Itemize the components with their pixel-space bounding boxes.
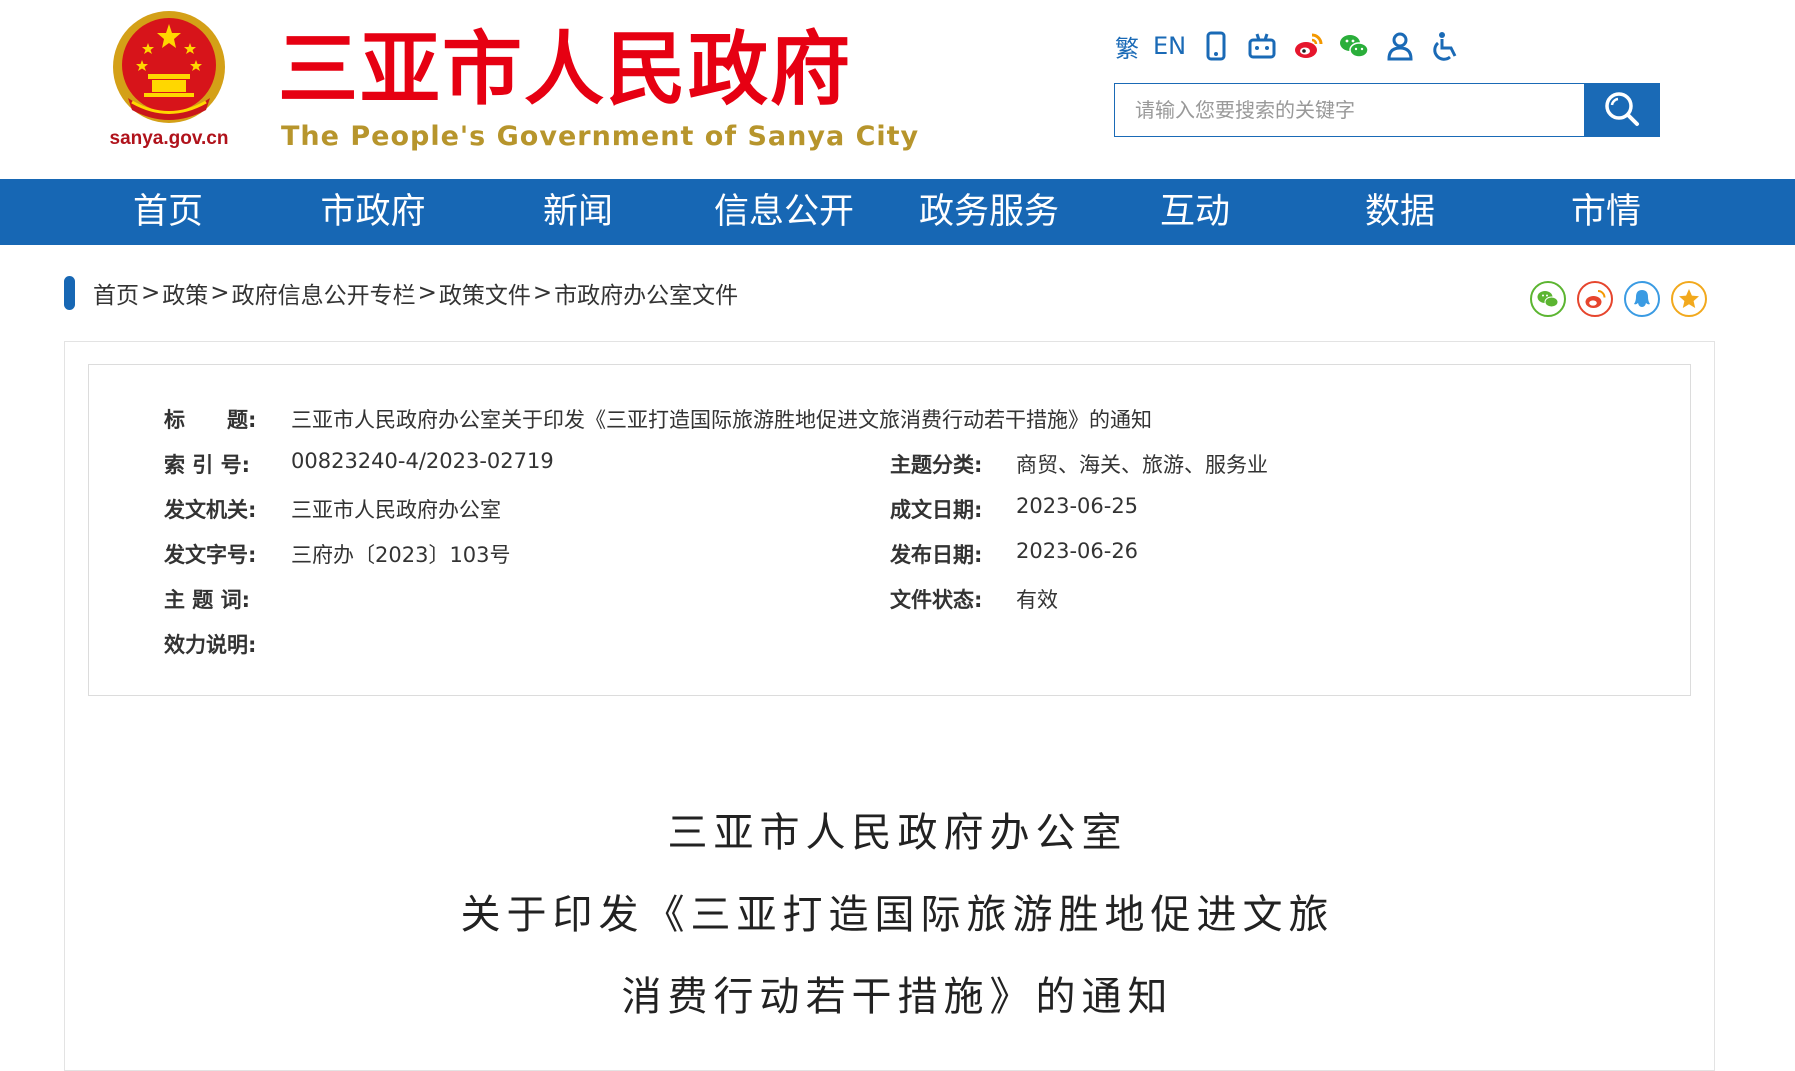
document-title-line-2: 关于印发《三亚打造国际旅游胜地促进文旅 (460, 892, 1335, 938)
site-subtitle: The People's Government of Sanya City (281, 121, 920, 152)
weibo-share-icon[interactable] (1577, 281, 1613, 317)
breadcrumb-separator: > (141, 280, 161, 306)
nav-item-interaction[interactable]: 互动 (1160, 179, 1230, 245)
meta-status-value: 有效 (1016, 588, 1058, 612)
meta-category-label: 主题分类: (890, 453, 983, 477)
site-header: sanya.gov.cn 三亚市人民政府 The People's Govern… (0, 0, 1795, 179)
breadcrumb-marker (64, 276, 75, 310)
site-title[interactable]: 三亚市人民政府 (278, 22, 852, 118)
emblem-caption: sanya.gov.cn (109, 128, 229, 149)
meta-written-date-value: 2023-06-25 (1016, 494, 1139, 518)
breadcrumb: 首页 > 政策 > 政府信息公开专栏 > 政策文件 > 市政府办公室文件 (64, 275, 738, 311)
breadcrumb-disclosure-column[interactable]: 政府信息公开专栏 (232, 276, 416, 310)
mobile-icon[interactable] (1200, 30, 1232, 62)
nav-item-home[interactable]: 首页 (133, 179, 203, 245)
breadcrumb-policy[interactable]: 政策 (162, 276, 208, 310)
meta-issuer-value: 三亚市人民政府办公室 (291, 498, 501, 522)
search-button[interactable] (1584, 84, 1660, 136)
breadcrumb-policy-documents[interactable]: 政策文件 (439, 276, 531, 310)
nav-item-information-disclosure[interactable]: 信息公开 (714, 179, 854, 245)
qq-share-icon[interactable] (1624, 281, 1660, 317)
weibo-icon[interactable] (1292, 30, 1324, 62)
meta-doc-number-value: 三府办〔2023〕103号 (291, 543, 511, 567)
breadcrumb-home[interactable]: 首页 (93, 276, 139, 310)
traditional-chinese-link[interactable]: 繁 (1115, 29, 1139, 64)
nav-item-municipal-government[interactable]: 市政府 (320, 179, 425, 245)
national-emblem-icon[interactable] (110, 8, 228, 126)
meta-publish-date-value: 2023-06-26 (1016, 539, 1139, 563)
user-icon[interactable] (1384, 30, 1416, 62)
document-title-line-1: 三亚市人民政府办公室 (667, 810, 1128, 856)
nav-item-government-services[interactable]: 政务服务 (919, 179, 1059, 245)
accessibility-icon[interactable] (1430, 30, 1462, 62)
document-title-line-3: 消费行动若干措施》的通知 (621, 974, 1174, 1020)
meta-doc-number-label: 发文字号: (164, 543, 257, 567)
robot-icon[interactable] (1246, 30, 1278, 62)
main-nav: 首页 市政府 新闻 信息公开 政务服务 互动 数据 市情 (0, 179, 1795, 245)
wechat-icon[interactable] (1338, 30, 1370, 62)
wechat-share-icon[interactable] (1530, 281, 1566, 317)
meta-validity-label: 效力说明: (164, 633, 257, 657)
meta-title-value: 三亚市人民政府办公室关于印发《三亚打造国际旅游胜地促进文旅消费行动若干措施》的通… (291, 408, 1152, 432)
header-tools: 繁 EN (1115, 26, 1462, 66)
meta-index-value: 00823240-4/2023-02719 (291, 449, 554, 473)
nav-item-data[interactable]: 数据 (1365, 179, 1435, 245)
meta-keywords-label: 主 题 词: (164, 588, 251, 612)
meta-publish-date-label: 发布日期: (890, 543, 983, 567)
search-box (1114, 83, 1660, 137)
breadcrumb-separator: > (532, 280, 553, 306)
share-bar (1530, 281, 1707, 317)
search-input[interactable] (1115, 84, 1584, 136)
breadcrumb-separator: > (417, 280, 437, 306)
breadcrumb-office-documents[interactable]: 市政府办公室文件 (554, 276, 738, 310)
breadcrumb-separator: > (210, 280, 230, 306)
search-icon (1603, 90, 1641, 131)
favorite-star-icon[interactable] (1671, 281, 1707, 317)
meta-status-label: 文件状态: (890, 588, 983, 612)
meta-issuer-label: 发文机关: (164, 498, 257, 522)
english-link[interactable]: EN (1153, 32, 1186, 60)
meta-index-label: 索 引 号: (164, 453, 251, 477)
meta-title-label: 标 题: (164, 408, 257, 432)
nav-item-city-profile[interactable]: 市情 (1571, 179, 1641, 245)
meta-written-date-label: 成文日期: (890, 498, 983, 522)
document-metadata: 标 题: 三亚市人民政府办公室关于印发《三亚打造国际旅游胜地促进文旅消费行动若干… (88, 364, 1691, 696)
meta-category-value: 商贸、海关、旅游、服务业 (1016, 453, 1268, 477)
nav-item-news[interactable]: 新闻 (543, 179, 613, 245)
